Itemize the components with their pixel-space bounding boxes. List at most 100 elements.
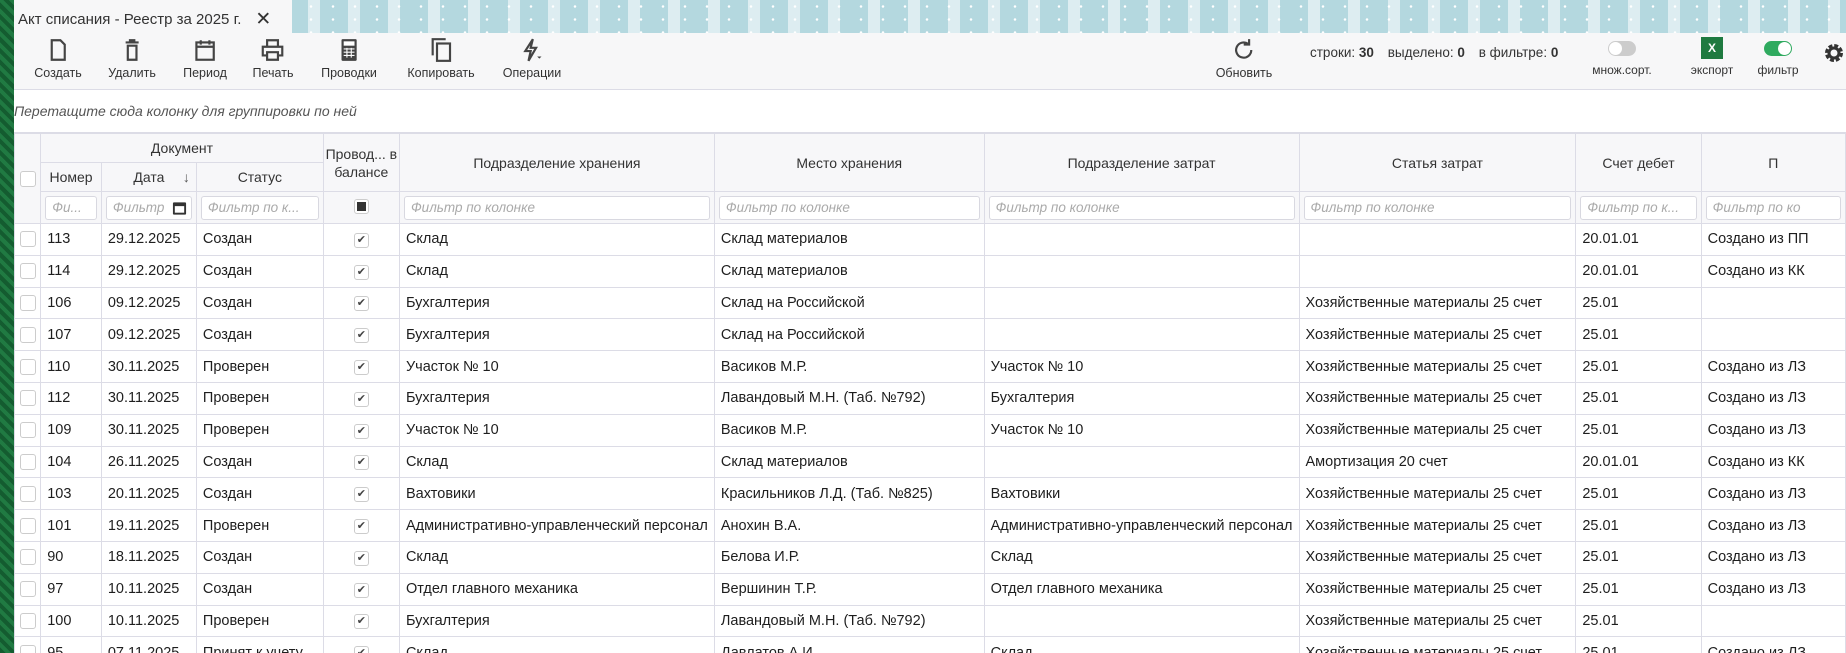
table-row[interactable]: 106 09.12.2025 Создан ✔ Бухгалтерия Склад на … bbox=[14, 286, 1846, 320]
header-number[interactable]: Номер bbox=[40, 162, 102, 192]
table-row[interactable]: 107 09.12.2025 Создан ✔ Бухгалтерия Склад на … bbox=[14, 318, 1846, 352]
copy-button[interactable]: Копировать bbox=[407, 37, 475, 80]
row-checkbox[interactable] bbox=[19, 454, 36, 471]
cell-date: 09.12.2025 bbox=[100, 318, 197, 352]
multisort-toggle[interactable] bbox=[1608, 41, 1636, 56]
cell-date: 07.11.2025 bbox=[100, 636, 197, 653]
table-row[interactable]: 97 10.11.2025 Создан ✔ Отдел главного механи… bbox=[14, 572, 1846, 606]
calendar-icon[interactable] bbox=[172, 200, 187, 216]
table-row[interactable]: 110 30.11.2025 Проверен ✔ Участок № 10 Васико… bbox=[14, 350, 1846, 383]
cell-note bbox=[1700, 286, 1846, 320]
postings-button[interactable]: Проводки bbox=[321, 37, 377, 80]
cell-status: Создан bbox=[195, 223, 324, 256]
cell-storage-division: Склад bbox=[398, 445, 715, 479]
cell-cost-item: Хозяйственные материалы 25 счет bbox=[1298, 286, 1577, 320]
table-row[interactable]: 90 18.11.2025 Создан ✔ Склад Белова И.Р. Склад… bbox=[14, 540, 1846, 574]
filter-debit-account[interactable]: Фильтр по к... bbox=[1580, 195, 1697, 220]
refresh-button[interactable]: Обновить bbox=[1216, 37, 1272, 80]
cell-debit-account: 20.01.01 bbox=[1575, 254, 1702, 288]
table-row[interactable]: 114 29.12.2025 Создан ✔ Склад Склад материало… bbox=[14, 254, 1846, 288]
filter-number[interactable]: Фи... bbox=[45, 195, 97, 220]
filter-in-balance-checkbox[interactable] bbox=[353, 198, 369, 214]
cell-date: 29.12.2025 bbox=[100, 254, 197, 288]
cell-cost-item: Хозяйственные материалы 25 счет bbox=[1298, 604, 1577, 638]
cell-in-balance: ✔ bbox=[322, 381, 400, 415]
row-checkbox[interactable] bbox=[19, 581, 36, 598]
cell-number: 90 bbox=[40, 540, 102, 574]
header-in-balance[interactable]: Провод... в балансе bbox=[322, 133, 400, 192]
cell-number: 95 bbox=[40, 636, 102, 653]
filter-note[interactable]: Фильтр по ко bbox=[1705, 195, 1841, 220]
cell-debit-account: 25.01 bbox=[1575, 350, 1702, 383]
header-cost-item[interactable]: Статья затрат bbox=[1298, 133, 1577, 192]
cell-status: Проверен bbox=[195, 350, 324, 383]
cell-note: Создано из ЛЗ bbox=[1700, 350, 1846, 383]
row-checkbox[interactable] bbox=[19, 422, 36, 439]
table-row[interactable]: 101 19.11.2025 Проверен ✔ Административно-уп… bbox=[14, 509, 1846, 542]
cell-number: 100 bbox=[40, 604, 102, 638]
row-checkbox[interactable] bbox=[19, 485, 36, 502]
delete-button[interactable]: Удалить bbox=[108, 37, 156, 80]
header-note[interactable]: П bbox=[1700, 133, 1846, 192]
row-checkbox[interactable] bbox=[19, 326, 36, 343]
group-by-drop-zone[interactable]: Перетащите сюда колонку для группировки … bbox=[14, 90, 1846, 131]
cell-note: Создано из ЛЗ bbox=[1700, 509, 1846, 542]
header-debit-account[interactable]: Счет дебет bbox=[1575, 133, 1702, 192]
row-checkbox[interactable] bbox=[19, 263, 36, 280]
in-balance-check-icon: ✔ bbox=[353, 391, 369, 407]
filter-storage-place[interactable]: Фильтр по колонке bbox=[718, 195, 980, 220]
table-row[interactable]: 100 10.11.2025 Проверен ✔ Бухгалтерия Лавандо… bbox=[14, 604, 1846, 638]
lightning-icon bbox=[523, 38, 542, 62]
create-button[interactable]: Создать bbox=[34, 37, 82, 80]
header-cost-division[interactable]: Подразделение затрат bbox=[983, 133, 1300, 192]
period-button[interactable]: Период bbox=[183, 37, 227, 80]
table-row[interactable]: 112 30.11.2025 Проверен ✔ Бухгалтерия Лавандо… bbox=[14, 381, 1846, 415]
filter-date[interactable]: Фильтр bbox=[105, 195, 192, 220]
operations-button[interactable]: Операции bbox=[503, 37, 561, 80]
tab-act-registry[interactable]: Акт списания - Реестр за 2025 г. ✕ bbox=[14, 0, 292, 39]
row-checkbox[interactable] bbox=[19, 231, 36, 248]
cell-date: 30.11.2025 bbox=[100, 350, 197, 383]
header-storage-division[interactable]: Подразделение хранения bbox=[398, 133, 715, 192]
cell-storage-division: Участок № 10 bbox=[398, 350, 715, 383]
header-status[interactable]: Статус bbox=[195, 162, 324, 192]
cell-status: Создан bbox=[195, 540, 324, 574]
header-storage-place[interactable]: Место хранения bbox=[713, 133, 985, 192]
cell-note: Создано из КК bbox=[1700, 254, 1846, 288]
gear-icon[interactable] bbox=[1822, 41, 1846, 65]
delete-label: Удалить bbox=[108, 66, 156, 80]
filter-cost-division[interactable]: Фильтр по колонке bbox=[988, 195, 1295, 220]
filter-cost-item[interactable]: Фильтр по колонке bbox=[1303, 195, 1572, 220]
row-checkbox[interactable] bbox=[19, 295, 36, 312]
header-date[interactable]: Дата ↓ bbox=[100, 162, 197, 192]
row-checkbox[interactable] bbox=[19, 644, 36, 653]
cell-status: Создан bbox=[195, 286, 324, 320]
filter-toggle[interactable] bbox=[1764, 41, 1792, 56]
cell-status: Проверен bbox=[195, 604, 324, 638]
excel-export-icon[interactable]: X bbox=[1701, 37, 1723, 59]
close-icon[interactable]: ✕ bbox=[255, 8, 271, 31]
row-checkbox[interactable] bbox=[19, 517, 36, 534]
row-checkbox[interactable] bbox=[19, 390, 36, 407]
cell-debit-account: 25.01 bbox=[1575, 572, 1702, 606]
filter-status[interactable]: Фильтр по к... bbox=[200, 195, 319, 220]
row-select-cell bbox=[14, 223, 42, 256]
table-row[interactable]: 9507.11.2025Принят к учету ✔ СкладДавлатов… bbox=[14, 636, 1846, 653]
row-checkbox[interactable] bbox=[19, 613, 36, 630]
row-checkbox[interactable] bbox=[19, 549, 36, 566]
filter-storage-division[interactable]: Фильтр по колонке bbox=[403, 195, 710, 220]
row-checkbox[interactable] bbox=[19, 358, 36, 375]
print-button[interactable]: Печать bbox=[253, 37, 293, 80]
table-row[interactable]: 113 29.12.2025 Создан ✔ Склад Склад материало… bbox=[14, 223, 1846, 256]
copy-label: Копировать bbox=[407, 66, 475, 80]
cell-date: 29.12.2025 bbox=[100, 223, 197, 256]
cell-date: 30.11.2025 bbox=[100, 413, 197, 447]
table-row[interactable]: 104 26.11.2025 Создан ✔ Склад Склад материало… bbox=[14, 445, 1846, 479]
export-label[interactable]: экспорт bbox=[1691, 63, 1734, 77]
table-row[interactable]: 109 30.11.2025 Проверен ✔ Участок № 10 Васико… bbox=[14, 413, 1846, 447]
cell-cost-item: Хозяйственные материалы 25 счет bbox=[1298, 381, 1577, 415]
cell-cost-division bbox=[983, 604, 1300, 638]
table-row[interactable]: 103 20.11.2025 Создан ✔ Вахтовики Красильнико… bbox=[14, 477, 1846, 511]
select-all-checkbox[interactable] bbox=[19, 171, 36, 188]
cell-number: 107 bbox=[40, 318, 102, 352]
